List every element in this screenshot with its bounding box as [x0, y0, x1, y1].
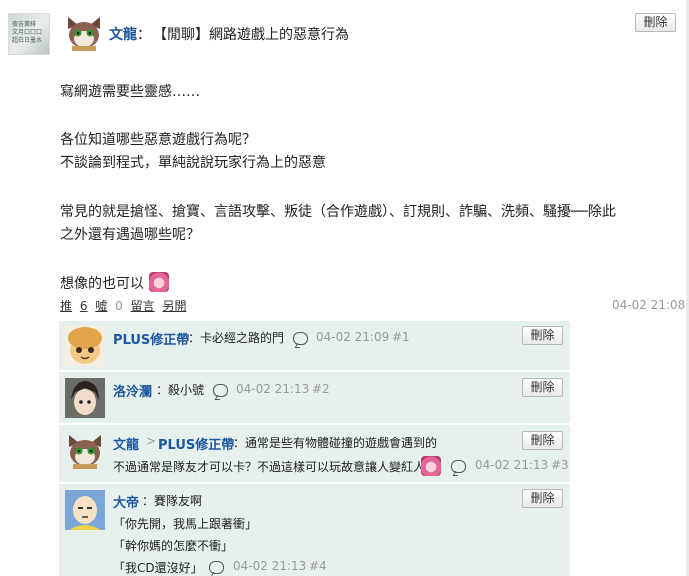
- boo-button[interactable]: 噓: [95, 299, 107, 313]
- thumbnail-line-2: 文月口口口: [12, 29, 43, 36]
- cat-avatar-icon: [68, 17, 100, 51]
- post-line-4: 常見的就是搶怪、搶寶、言語攻擊、叛徒（合作遊戲）、訂規則、詐騙、洗頻、騷擾──除…: [60, 204, 616, 220]
- reply-3-floor: #3: [551, 458, 569, 472]
- reply-3-time: 04-02 21:13: [475, 458, 549, 472]
- post-timestamp: 04-02 21:08: [612, 298, 686, 312]
- reply-1-delete-button[interactable]: 刪除: [522, 326, 563, 345]
- reply-4-time: 04-02 21:13: [233, 559, 307, 573]
- reply-1-floor: #1: [392, 330, 410, 344]
- post-delete-button[interactable]: 刪除: [635, 13, 676, 32]
- reply-1-text: ：卡必經之路的門: [188, 331, 285, 345]
- reply-4-delete-button[interactable]: 刪除: [522, 489, 563, 508]
- post-line-3: 不談論到程式，單純說說玩家行為上的惡意: [60, 155, 326, 171]
- title-colon: ：: [137, 27, 151, 43]
- open-new-link[interactable]: 另開: [162, 299, 186, 313]
- boo-count: 0: [115, 299, 123, 313]
- push-button[interactable]: 推: [60, 299, 72, 313]
- post-author[interactable]: 文龍: [109, 24, 137, 44]
- reply-2-text: ：殺小號: [156, 383, 205, 397]
- post-line-5: 之外還有遇過哪些呢？: [60, 227, 200, 243]
- reply-3-target[interactable]: PLUS修正帶: [158, 434, 234, 453]
- reply-1-author[interactable]: PLUS修正帶: [113, 329, 189, 348]
- reply-2-avatar[interactable]: [65, 378, 105, 418]
- cat-avatar-icon: [69, 435, 101, 469]
- push-count[interactable]: 6: [80, 299, 88, 313]
- reply-2-author[interactable]: 洛泠瀾: [113, 381, 152, 400]
- post-line-6: 想像的也可以: [60, 276, 144, 292]
- author-avatar[interactable]: [64, 13, 104, 53]
- reply-4-author[interactable]: 大帝: [113, 492, 139, 511]
- reply-1: PLUS修正帶 ：卡必經之路的門 04-02 21:09 #1 刪除: [59, 320, 570, 370]
- reply-4-line-2: 「幹你媽的怎麼不衝」: [113, 539, 234, 553]
- post-line-2: 各位知道哪些惡意遊戲行為呢？: [60, 132, 256, 148]
- reply-3-text-line-2: 不過通常是隊友才可以卡？不過這樣可以玩故意讓人變紅人: [113, 460, 426, 474]
- reply-3-comment-icon[interactable]: [451, 460, 466, 473]
- post-title: 【閒聊】網路遊戲上的惡意行為: [153, 27, 349, 43]
- reply-4-floor: #4: [309, 559, 327, 573]
- pink-girl-emoji-icon: [421, 456, 441, 476]
- reply-4-avatar[interactable]: [65, 490, 105, 530]
- thumbnail-line-3: 超白日墨水: [12, 37, 43, 44]
- reply-2-time: 04-02 21:13: [236, 382, 310, 396]
- reply-1-avatar[interactable]: [65, 326, 105, 366]
- reply-4-comment-icon[interactable]: [209, 561, 224, 574]
- thumbnail-line-1: 夜吉黃緋: [12, 21, 37, 28]
- bald-hero-avatar-icon: [65, 490, 105, 530]
- pink-girl-emoji-icon: [149, 272, 169, 292]
- reply-3-text: ：通常是些有物體碰撞的遊戲會遇到的: [233, 436, 438, 450]
- reply-3-delete-button[interactable]: 刪除: [522, 431, 563, 450]
- reply-3: 文龍 > PLUS修正帶 ：通常是些有物體碰撞的遊戲會遇到的 不過通常是隊友才可…: [59, 424, 570, 482]
- reply-link[interactable]: 留言: [131, 299, 155, 313]
- thumbnail-caption: 夜吉黃緋 文月口口口 超白日墨水: [12, 21, 42, 45]
- reply-1-comment-icon[interactable]: [293, 332, 308, 345]
- post-line-1: 寫網遊需要些靈感……: [60, 84, 200, 100]
- reply-4: 大帝 ：賽隊友啊 「你先開，我馬上跟著衝」 「幹你媽的怎麼不衝」 「我CD還沒好…: [59, 483, 570, 576]
- dark-hair-avatar-icon: [65, 378, 105, 418]
- reply-4-line-1: 「你先開，我馬上跟著衝」: [113, 517, 258, 531]
- reply-4-line-3: 「我CD還沒好」: [113, 561, 203, 575]
- reply-1-time: 04-02 21:09: [316, 330, 390, 344]
- reply-2-floor: #2: [312, 382, 330, 396]
- reply-4-text: ：賽隊友啊: [142, 494, 203, 508]
- reply-2-comment-icon[interactable]: [213, 384, 228, 397]
- reply-3-arrow: >: [146, 434, 157, 448]
- reply-2: 洛泠瀾 ：殺小號 04-02 21:13 #2 刪除: [59, 371, 570, 423]
- post-action-bar: 推 6 噓 0 留言 另開: [60, 297, 186, 314]
- game-thumbnail[interactable]: 夜吉黃緋 文月口口口 超白日墨水: [8, 13, 50, 55]
- reply-3-avatar[interactable]: [65, 431, 105, 471]
- anime-girl-avatar-icon: [65, 326, 105, 366]
- reply-3-author[interactable]: 文龍: [113, 434, 139, 453]
- reply-2-delete-button[interactable]: 刪除: [522, 378, 563, 397]
